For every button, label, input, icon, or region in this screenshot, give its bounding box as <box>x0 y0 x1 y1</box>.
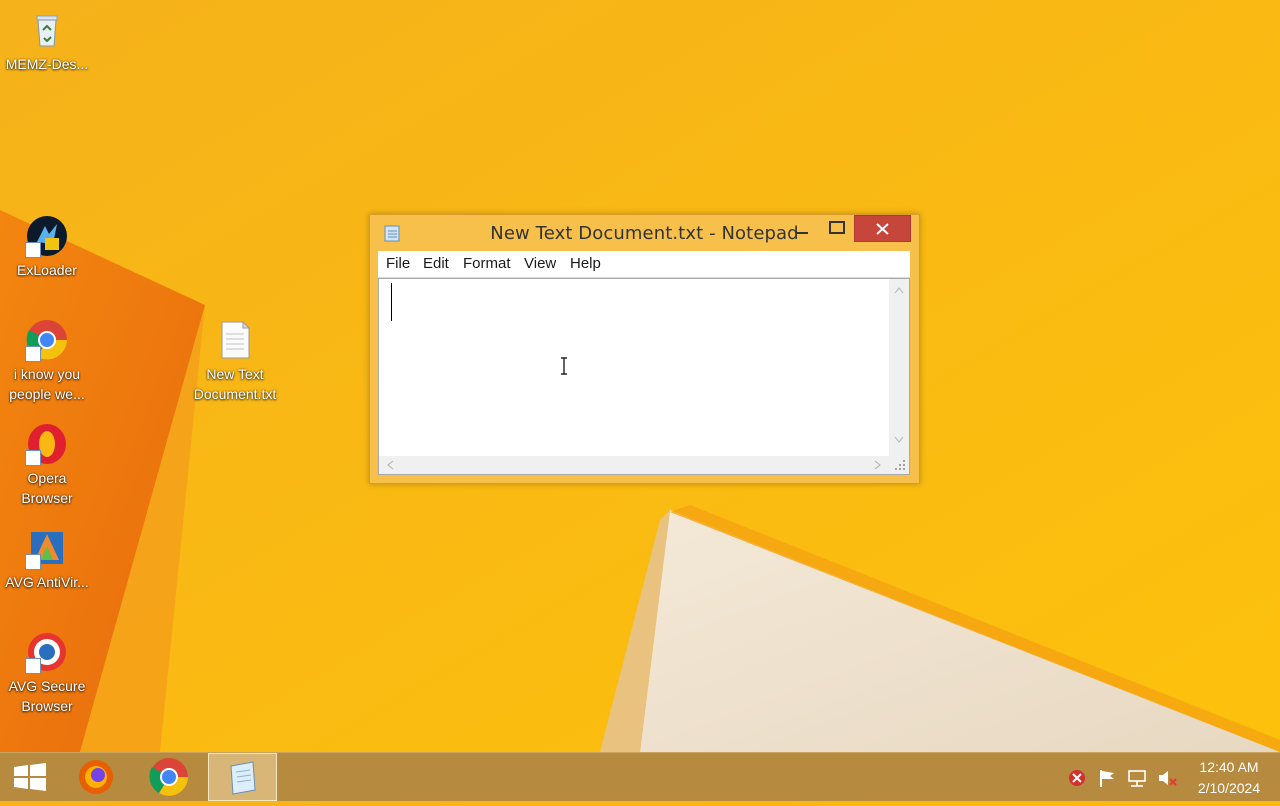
menu-bar: File Edit Format View Help <box>378 251 910 278</box>
taskbar-chrome[interactable] <box>142 753 196 801</box>
size-grip-icon <box>895 460 905 470</box>
scroll-left-arrow-icon <box>387 460 394 470</box>
menu-view[interactable]: View <box>524 255 556 272</box>
menu-edit[interactable]: Edit <box>423 255 449 272</box>
taskbar-clock[interactable]: 12:40 AM 2/10/2024 <box>1186 757 1272 799</box>
text-file-icon <box>213 318 257 362</box>
notepad-icon <box>230 761 256 795</box>
desktop-icon-label: Opera Browser <box>21 470 73 506</box>
volume-muted-icon[interactable] <box>1156 767 1178 789</box>
scroll-right-arrow-icon <box>874 460 881 470</box>
desktop-icon-avg-antivirus[interactable]: AVG AntiVir... <box>1 526 93 592</box>
desktop-icon-avg-secure-browser[interactable]: AVG Secure Browser <box>1 630 93 716</box>
minimize-icon <box>796 232 808 234</box>
horizontal-scrollbar[interactable] <box>379 456 889 474</box>
desktop-icon-label: AVG AntiVir... <box>5 574 89 590</box>
vertical-scrollbar[interactable] <box>889 279 909 456</box>
avg-secure-browser-icon <box>25 630 69 674</box>
maximize-icon <box>829 221 845 234</box>
ibeam-cursor-icon <box>561 357 567 375</box>
close-button[interactable] <box>854 215 911 242</box>
close-icon <box>876 223 889 235</box>
menu-file[interactable]: File <box>386 255 410 272</box>
scroll-down-arrow-icon <box>894 436 904 443</box>
menu-help[interactable]: Help <box>570 255 601 272</box>
start-button[interactable] <box>0 753 60 801</box>
notepad-window[interactable]: New Text Document.txt - Notepad File Edi… <box>369 214 920 484</box>
desktop-icon-label: New Text Document.txt <box>193 366 277 402</box>
desktop: MEMZ-Des... ExLoader i know you people w… <box>0 0 1280 752</box>
desktop-icon-label: ExLoader <box>17 262 77 278</box>
exloader-icon <box>25 214 69 258</box>
desktop-icon-label: i know you people we... <box>9 366 85 402</box>
desktop-icon-opera[interactable]: Opera Browser <box>1 422 93 508</box>
clock-time: 12:40 AM <box>1199 759 1259 775</box>
shortcut-arrow-icon <box>25 658 41 674</box>
taskbar-notepad[interactable] <box>208 753 277 801</box>
size-grip[interactable] <box>889 456 909 474</box>
avg-antivirus-icon <box>25 526 69 570</box>
maximize-button[interactable] <box>823 215 851 242</box>
chrome-shortcut-icon <box>25 318 69 362</box>
desktop-icon-label: AVG Secure Browser <box>8 678 86 714</box>
action-center-flag-icon[interactable] <box>1096 767 1118 789</box>
text-caret <box>391 283 392 321</box>
network-icon[interactable] <box>1126 767 1148 789</box>
text-editor-area[interactable] <box>378 278 910 475</box>
chrome-icon <box>149 758 188 796</box>
firefox-icon <box>79 760 113 794</box>
minimize-button[interactable] <box>789 215 815 242</box>
taskbar: 12:40 AM 2/10/2024 <box>0 752 1280 801</box>
desktop-icon-exloader[interactable]: ExLoader <box>1 214 93 280</box>
desktop-icon-memz[interactable]: MEMZ-Des... <box>1 8 93 74</box>
scroll-up-arrow-icon <box>894 287 904 294</box>
desktop-icon-label: MEMZ-Des... <box>5 56 89 72</box>
opera-icon <box>25 422 69 466</box>
shortcut-arrow-icon <box>25 450 41 466</box>
start-icon <box>14 763 46 791</box>
shortcut-arrow-icon <box>25 346 41 362</box>
clock-date: 2/10/2024 <box>1197 780 1261 796</box>
shortcut-arrow-icon <box>25 242 41 258</box>
desktop-icon-new-text-document[interactable]: New Text Document.txt <box>189 318 281 404</box>
desktop-icon-chrome-shortcut[interactable]: i know you people we... <box>1 318 93 404</box>
avg-tray-icon[interactable] <box>1066 767 1088 789</box>
recycle-bin-icon <box>25 8 69 52</box>
taskbar-firefox[interactable] <box>70 753 124 801</box>
menu-format[interactable]: Format <box>463 255 511 272</box>
title-bar[interactable]: New Text Document.txt - Notepad <box>370 215 919 251</box>
shortcut-arrow-icon <box>25 554 41 570</box>
